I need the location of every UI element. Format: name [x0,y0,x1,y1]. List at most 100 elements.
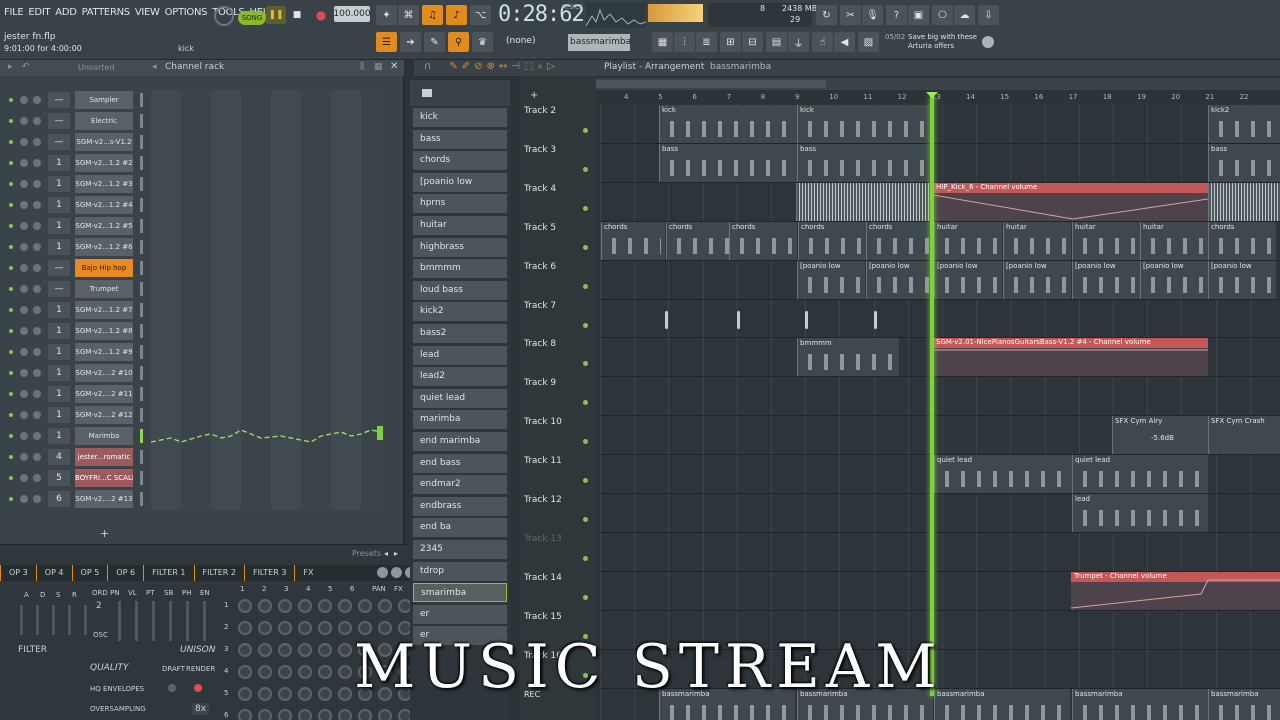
fm-matrix-knob[interactable] [298,621,312,635]
browser-pattern-item[interactable]: endbrass [413,496,507,516]
browser-pattern-item[interactable]: bass2 [413,324,507,343]
channel-mixer-track[interactable]: — [48,260,70,276]
channel-name-button[interactable]: jester...romatic [75,448,133,466]
envelope-slider[interactable] [68,605,71,635]
track-name[interactable]: Track 7 [524,301,556,311]
track-name[interactable]: Track 4 [524,184,556,194]
zoom-tool-icon[interactable]: ⌕ [537,61,543,72]
fm-matrix-knob[interactable] [358,599,372,613]
browser-pattern-item[interactable]: loud bass [413,280,507,300]
fm-matrix-knob[interactable] [258,621,272,635]
slice-tool-icon[interactable]: ⊣ [511,61,520,72]
channel-row[interactable]: 1 SGM-v2...1.2 #6 [0,237,150,257]
channel-row[interactable]: 1 SGM-v2....2 #12 [0,405,150,425]
microphone-icon[interactable]: 🎙 [862,5,883,25]
channel-active-led[interactable] [9,392,13,396]
synth-mode-button[interactable] [391,567,402,578]
clip-bass[interactable]: bass [659,143,797,182]
draw-tool-icon[interactable]: ✎ [449,61,457,72]
track-mute-led[interactable] [583,283,588,289]
channel-mixer-track[interactable]: 1 [48,344,70,360]
master-pitch-knob[interactable] [214,6,234,26]
fm-matrix-knob[interactable] [338,621,352,635]
bar-number[interactable]: 17 [1069,93,1078,101]
channel-pan-knob[interactable] [20,495,28,503]
browser-icon[interactable]: ⊟ [742,32,763,52]
clip-chords[interactable]: chords [866,221,934,260]
track-mute-led[interactable] [583,166,588,172]
channel-active-led[interactable] [9,98,13,102]
channel-select-indicator[interactable] [140,387,143,401]
clip-bassmarimba[interactable]: bassmarimba [1072,688,1208,720]
channel-row[interactable]: — Sampler [0,90,150,110]
playback-tool-icon[interactable]: ▷ [547,61,555,72]
browser-pattern-item[interactable]: quiet lead [413,388,507,408]
channel-volume-knob[interactable] [33,117,41,125]
channel-mixer-track[interactable]: — [48,113,70,129]
hq-envelopes-toggle[interactable] [168,684,176,692]
channel-pan-knob[interactable] [20,264,28,272]
save-icon[interactable]: ▣ [908,5,929,25]
bar-number[interactable]: 7 [727,93,731,101]
song-mode-toggle[interactable]: SONG [238,11,266,25]
rack-menu-icon[interactable]: ▸ [8,62,13,72]
bar-number[interactable]: 19 [1137,93,1146,101]
channel-pan-knob[interactable] [20,348,28,356]
synth-tab[interactable]: OP 4 [35,565,72,581]
channel-select-indicator[interactable] [140,345,143,359]
track-name[interactable]: Track 10 [524,417,562,427]
channel-pan-knob[interactable] [20,180,28,188]
channel-pan-knob[interactable] [20,411,28,419]
channel-name-button[interactable]: Bajo Hip hop [75,259,133,277]
browser-pattern-item[interactable]: huitar [413,216,507,235]
channel-active-led[interactable] [9,350,13,354]
channel-active-led[interactable] [9,413,13,417]
channel-active-led[interactable] [9,140,13,144]
play-pause-button[interactable]: ❚❚ [266,6,286,24]
track-name[interactable]: Track 6 [524,262,556,272]
delete-tool-icon[interactable]: ⊘ [474,61,482,72]
automation-hip-kick-volume[interactable]: HIP_Kick_6 - Channel volume [933,182,1208,221]
fm-matrix-knob[interactable] [298,599,312,613]
channel-volume-knob[interactable] [33,369,41,377]
fm-matrix-knob[interactable] [258,709,272,720]
channel-select-indicator[interactable] [140,429,143,443]
channel-pan-knob[interactable] [20,201,28,209]
rack-close-icon[interactable]: ✕ [390,61,398,72]
operator-slider[interactable] [118,601,121,641]
bar-number[interactable]: 5 [658,93,662,101]
mute-tool-icon[interactable]: ⊗ [487,61,495,72]
track-mute-led[interactable] [583,478,588,484]
channel-active-led[interactable] [9,476,13,480]
clip-kick[interactable]: kick [797,105,931,143]
bar-number[interactable]: 6 [692,93,696,101]
channel-name-button[interactable]: SGM-v2...1.2 #4 [75,196,133,214]
channel-pan-knob[interactable] [20,432,28,440]
channel-mixer-track[interactable]: 1 [48,239,70,255]
track-name[interactable]: Track 5 [524,223,556,233]
operator-slider[interactable] [135,601,138,641]
synth-tab[interactable]: FX [294,565,321,581]
browser-pattern-item[interactable]: highbrass [413,237,507,257]
menu-patterns[interactable]: PATTERNS [82,7,131,18]
track-mute-led[interactable] [583,128,588,133]
channel-row[interactable]: 1 Marimba [0,426,150,446]
snap-selector[interactable]: (none) [506,36,535,46]
browser-pattern-item[interactable]: hprns [413,194,507,214]
browser-pattern-item[interactable]: end bass [413,453,507,473]
channel-select-indicator[interactable] [140,240,143,254]
browser-pattern-item[interactable]: end ba [413,518,507,538]
menu-add[interactable]: ADD [55,7,77,18]
channel-pan-knob[interactable] [20,474,28,482]
browser-pattern-item[interactable]: kick2 [413,302,507,322]
channel-name-button[interactable]: SGM-v2....2 #10 [75,364,133,382]
playlist-add-track-icon[interactable]: + [530,90,538,101]
channel-volume-knob[interactable] [33,285,41,293]
fm-matrix-knob[interactable] [278,643,292,657]
bar-number[interactable]: 4 [624,93,628,101]
synth-tab[interactable]: FILTER 3 [243,565,294,581]
channel-mixer-track[interactable]: 1 [48,218,70,234]
fm-matrix-knob[interactable] [318,599,332,613]
channel-name-button[interactable]: Electric [75,112,133,130]
channel-active-led[interactable] [9,497,13,501]
